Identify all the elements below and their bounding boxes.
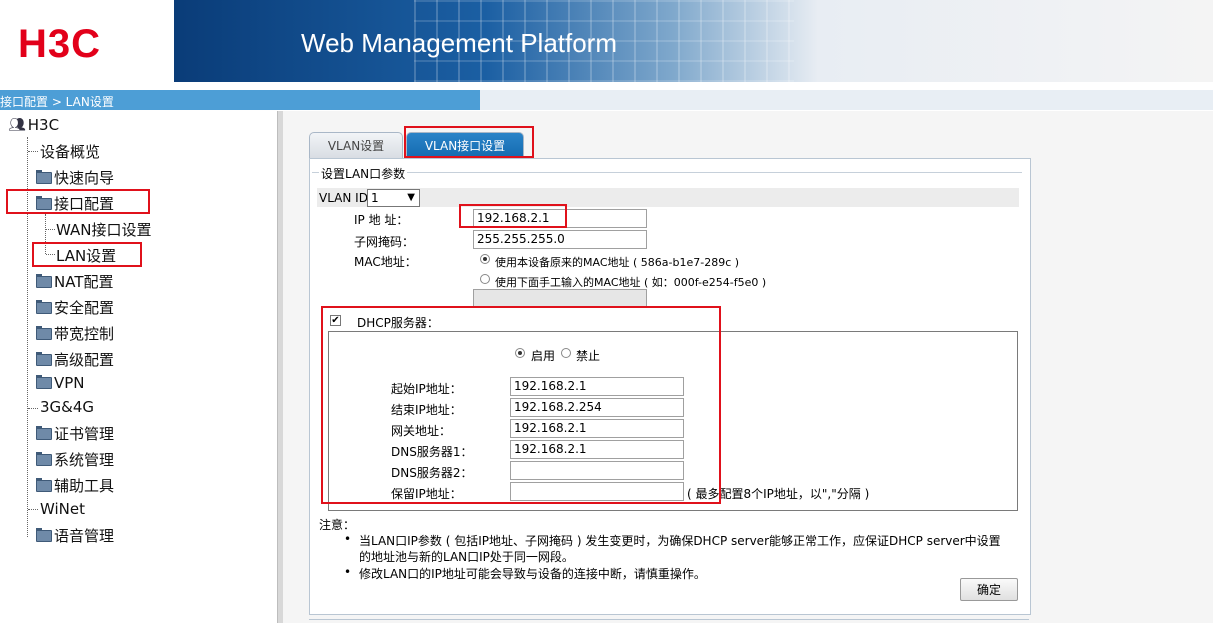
- note-bullet: •: [344, 565, 352, 579]
- dhcp-enable-label: 启用: [531, 349, 556, 363]
- dns1-input[interactable]: 192.168.2.1: [510, 440, 684, 459]
- sidebar-item-nat-config[interactable]: NAT配置: [36, 271, 113, 292]
- note-line-2: 修改LAN口的IP地址可能会导致与设备的连接中断，请慎重操作。: [359, 567, 706, 581]
- folder-icon: [36, 527, 52, 542]
- vlan-id-label: VLAN ID: [319, 191, 368, 205]
- mac-manual-label: 使用下面手工输入的MAC地址 ( 如：000f-e254-f5e0 ): [495, 276, 767, 289]
- dhcp-disable-label: 禁止: [576, 349, 601, 363]
- sidebar-item-certificate[interactable]: 证书管理: [36, 423, 114, 444]
- sidebar-item-vpn[interactable]: VPN: [36, 374, 85, 392]
- sidebar-item-lan-settings[interactable]: LAN设置: [56, 245, 116, 266]
- dns2-label: DNS服务器2：: [391, 466, 473, 480]
- sidebar-item-security-config[interactable]: 安全配置: [36, 297, 114, 318]
- sidebar-item-interface-config[interactable]: 接口配置: [36, 193, 114, 214]
- sidebar-item-system[interactable]: 系统管理: [36, 449, 114, 470]
- gateway-label: 网关地址：: [391, 424, 452, 438]
- sidebar-root[interactable]: 👥︎ H3C: [8, 116, 59, 134]
- notes-title: 注意：: [319, 518, 356, 532]
- users-icon: 👥︎: [8, 117, 26, 133]
- dhcp-disable-radio[interactable]: [561, 348, 571, 358]
- subnet-mask-input[interactable]: 255.255.255.0: [473, 230, 647, 249]
- start-ip-input[interactable]: 192.168.2.1: [510, 377, 684, 396]
- header: H3C Web Management Platform: [0, 0, 1213, 88]
- banner: Web Management Platform: [174, 0, 1213, 82]
- fieldset-border: [312, 172, 1022, 173]
- mac-manual-input[interactable]: [473, 289, 647, 308]
- sidebar-item-winet[interactable]: WiNet: [40, 500, 85, 518]
- reserved-ip-hint: ( 最多配置8个IP地址，以","分隔 ): [687, 487, 870, 501]
- dhcp-label: DHCP服务器：: [357, 316, 439, 330]
- folder-icon: [36, 299, 52, 314]
- reserved-ip-label: 保留IP地址：: [391, 487, 462, 501]
- folder-icon: [36, 273, 52, 288]
- banner-title: Web Management Platform: [301, 28, 617, 58]
- folder-icon: [36, 375, 52, 389]
- start-ip-label: 起始IP地址：: [391, 382, 462, 396]
- ip-label: IP 地 址：: [354, 213, 409, 227]
- logo-area: H3C: [0, 0, 174, 82]
- mask-label: 子网掩码：: [354, 235, 415, 249]
- sidebar-item-quick-wizard[interactable]: 快速向导: [36, 167, 114, 188]
- folder-icon: [36, 451, 52, 466]
- tab-vlan-settings[interactable]: VLAN设置: [309, 132, 403, 158]
- mac-original-label: 使用本设备原来的MAC地址 ( 586a-b1e7-289c ): [495, 256, 740, 269]
- vlan-row: [317, 188, 1019, 207]
- note-bullet: •: [344, 532, 352, 546]
- sidebar-item-device-overview[interactable]: 设备概览: [40, 141, 100, 162]
- sidebar-item-3g4g[interactable]: 3G&4G: [40, 398, 94, 416]
- breadcrumb-bar-right: [480, 90, 1213, 110]
- folder-icon: [36, 325, 52, 340]
- tab-vlan-interface-settings[interactable]: VLAN接口设置: [406, 132, 524, 158]
- sidebar-item-wan-settings[interactable]: WAN接口设置: [56, 219, 152, 240]
- folder-icon: [36, 477, 52, 492]
- chevron-down-icon: ▼: [407, 192, 415, 203]
- folder-icon: [36, 351, 52, 366]
- vlan-id-select[interactable]: 1 ▼: [367, 189, 420, 207]
- sidebar-item-tools[interactable]: 辅助工具: [36, 475, 114, 496]
- folder-icon: [36, 195, 52, 210]
- sidebar-item-advanced-config[interactable]: 高级配置: [36, 349, 114, 370]
- note-line-1b: 的地址池与新的LAN口IP处于同一网段。: [359, 550, 574, 564]
- reserved-ip-input[interactable]: [510, 482, 684, 501]
- folder-icon: [36, 425, 52, 440]
- dhcp-enable-radio[interactable]: [515, 348, 525, 358]
- sidebar-item-voice[interactable]: 语音管理: [36, 525, 114, 546]
- dns2-input[interactable]: [510, 461, 684, 480]
- breadcrumb: 接口配置 > LAN设置: [0, 95, 114, 109]
- dns1-label: DNS服务器1：: [391, 445, 473, 459]
- bottom-border: [309, 619, 1029, 620]
- mac-manual-radio[interactable]: [480, 274, 490, 284]
- folder-icon: [36, 169, 52, 184]
- ok-button[interactable]: 确定: [960, 578, 1018, 601]
- fieldset-legend: 设置LAN口参数: [319, 165, 408, 182]
- dhcp-checkbox[interactable]: ✔: [330, 315, 341, 326]
- note-line-1: 当LAN口IP参数 ( 包括IP地址、子网掩码 ) 发生变更时，为确保DHCP …: [359, 534, 1001, 548]
- sidebar: 👥︎ H3C 设备概览 快速向导 接口配置 WAN接口设置 LAN设置 NAT配…: [0, 111, 277, 623]
- ip-address-input[interactable]: 192.168.2.1: [473, 209, 647, 228]
- h3c-logo: H3C: [18, 22, 102, 66]
- gateway-input[interactable]: 192.168.2.1: [510, 419, 684, 438]
- sidebar-item-bandwidth-control[interactable]: 带宽控制: [36, 323, 114, 344]
- end-ip-input[interactable]: 192.168.2.254: [510, 398, 684, 417]
- mac-original-radio[interactable]: [480, 254, 490, 264]
- end-ip-label: 结束IP地址：: [391, 403, 462, 417]
- mac-label: MAC地址：: [354, 255, 417, 269]
